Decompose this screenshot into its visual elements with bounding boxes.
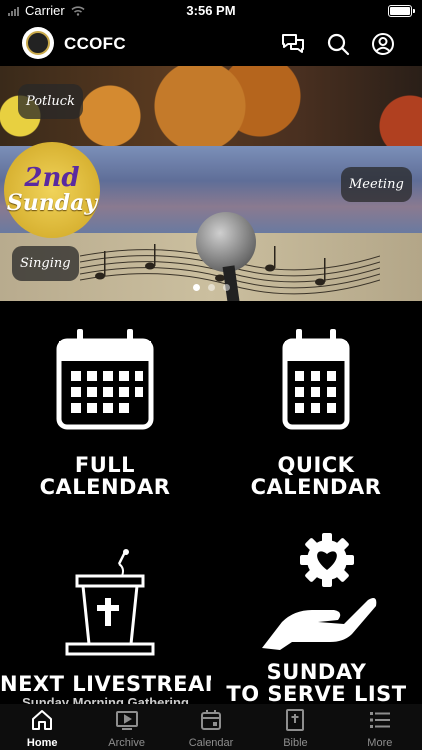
carousel-dots — [0, 284, 422, 291]
app-title: CCOFC — [64, 34, 126, 53]
next-livestream-subtitle: Sunday Morning Gathering — [22, 695, 189, 704]
carousel-dot-1[interactable] — [192, 284, 200, 291]
serve-hand-heart-icon — [261, 533, 376, 650]
menu-icon — [369, 712, 390, 728]
potluck-label: Potluck — [18, 84, 83, 119]
tab-more-label: More — [367, 737, 393, 749]
next-livestream-tile[interactable]: NEXT LIVESTREAM Sunday Morning Gathering — [0, 548, 211, 704]
banner-carousel[interactable]: Potluck 2nd Sunday Meeting Singing — [0, 66, 422, 301]
home-icon — [32, 710, 53, 730]
bible-icon — [286, 709, 305, 731]
singing-label: Singing — [12, 246, 79, 281]
quick-calendar-line-2: CALENDAR — [250, 475, 382, 499]
calendar-icon — [282, 329, 350, 430]
meeting-label: Meeting — [341, 167, 412, 202]
tab-archive-label: Archive — [108, 737, 145, 749]
full-calendar-line-1: FULL — [74, 453, 136, 477]
tab-bible[interactable]: Bible — [253, 704, 337, 750]
tab-bar: Home Archive Calendar Bible More — [0, 704, 422, 750]
chat-icon[interactable] — [280, 31, 306, 57]
app-header: CCOFC — [0, 22, 422, 66]
search-icon[interactable] — [325, 31, 351, 57]
quick-calendar-tile[interactable]: QUICK CALENDAR — [231, 325, 401, 499]
pulpit-icon — [65, 549, 154, 656]
clock: 3:56 PM — [186, 3, 236, 18]
profile-icon[interactable] — [370, 31, 396, 57]
second-sunday-badge: 2nd Sunday — [4, 142, 100, 238]
microphone-image — [196, 212, 256, 272]
tab-more[interactable]: More — [338, 704, 422, 750]
calendar-icon — [201, 710, 222, 730]
tab-calendar-label: Calendar — [188, 737, 234, 749]
calendar-icon — [56, 329, 154, 430]
full-calendar-tile[interactable]: FULL CALENDAR — [20, 325, 190, 499]
battery-icon — [388, 5, 415, 17]
carousel-dot-3[interactable] — [222, 284, 230, 291]
status-bar: Carrier 3:56 PM — [0, 0, 422, 22]
tab-home-label: Home — [26, 737, 58, 749]
full-calendar-line-2: CALENDAR — [39, 475, 171, 499]
tab-archive[interactable]: Archive — [84, 704, 168, 750]
badge-line-1: 2nd — [24, 163, 80, 193]
quick-calendar-line-1: QUICK — [277, 453, 355, 477]
sunday-serve-line-1: SUNDAY — [266, 660, 367, 684]
app-logo[interactable] — [22, 27, 54, 59]
tab-calendar[interactable]: Calendar — [169, 704, 253, 750]
tab-bible-label: Bible — [283, 737, 308, 749]
tab-home[interactable]: Home — [0, 704, 84, 750]
sunday-serve-list-tile[interactable]: SUNDAY TO SERVE LIST — [211, 530, 422, 704]
carousel-dot-2[interactable] — [207, 284, 215, 291]
play-icon — [115, 711, 138, 730]
sunday-serve-line-2: TO SERVE LIST — [226, 682, 407, 704]
next-livestream-title: NEXT LIVESTREAM — [0, 672, 211, 696]
badge-line-2: Sunday — [6, 190, 98, 216]
